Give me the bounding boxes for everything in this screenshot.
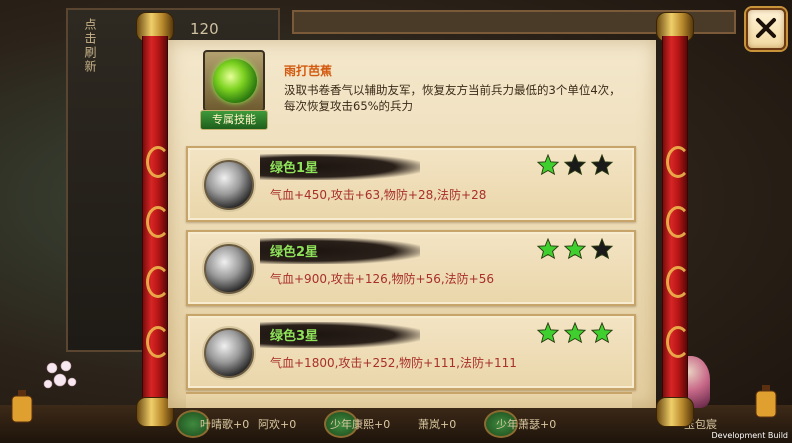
star-filled-icon — [590, 322, 614, 344]
scroll-roller-right — [656, 12, 694, 427]
star-filled-icon — [563, 322, 587, 344]
star-filled-icon — [536, 322, 560, 344]
star-filled-icon — [536, 154, 560, 176]
lantern-icon — [755, 385, 777, 418]
close-button[interactable] — [746, 8, 786, 50]
close-x-icon — [756, 18, 776, 38]
tier-stats: 气血+450,攻击+63,物防+28,法防+28 — [270, 188, 487, 202]
tier-title: 绿色1星 — [270, 161, 319, 176]
bottom-item-label: 少年萧瑟+0 — [496, 418, 557, 431]
tier-card: 绿色3星 气血+1800,攻击+252,物防+111,法防+111 — [186, 314, 636, 390]
tier-card: 绿色2星 气血+900,攻击+126,物防+56,法防+56 — [186, 230, 636, 306]
bottom-item-label: 萧岚+0 — [418, 418, 457, 431]
tier-stars — [536, 238, 620, 260]
green-leaf-skill-icon — [213, 59, 257, 103]
white-brush-tier-icon — [204, 244, 254, 294]
skill-detail-panel: 专属技能 雨打芭蕉 汲取书卷香气以辅助友军，恢复友方当前兵力最低的3个单位4次，… — [168, 40, 656, 408]
lantern-icon — [11, 390, 33, 423]
white-brush-tier-icon — [204, 160, 254, 210]
tier-card: 绿色1星 气血+450,攻击+63,物防+28,法防+28 — [186, 146, 636, 222]
scroll-roller-left — [136, 12, 174, 427]
background-value: 120 — [190, 20, 219, 38]
skill-icon-frame — [203, 50, 265, 112]
tier-stars — [536, 154, 620, 176]
exclusive-skill-tag: 专属技能 — [200, 110, 268, 130]
star-empty-icon — [590, 154, 614, 176]
skill-name: 雨打芭蕉 — [284, 64, 333, 78]
tier-stats: 气血+900,攻击+126,物防+56,法防+56 — [270, 272, 495, 286]
star-empty-icon — [590, 238, 614, 260]
white-brush-tier-icon — [204, 328, 254, 378]
skill-description: 汲取书卷香气以辅助友军，恢复友方当前兵力最低的3个单位4次，每次恢复攻击65%的… — [284, 83, 621, 113]
tier-title: 绿色3星 — [270, 329, 319, 344]
star-filled-icon — [563, 238, 587, 260]
tier-stars — [536, 322, 620, 344]
tier-title: 绿色2星 — [270, 245, 319, 260]
skill-icon-group: 专属技能 — [200, 48, 268, 130]
bottom-item-label: 叶晴歌+0 — [200, 418, 250, 431]
tier-stats: 气血+1800,攻击+252,物防+111,法防+111 — [270, 356, 517, 370]
flower-decoration-icon — [43, 360, 77, 389]
bottom-item-label: 少年康熙+0 — [330, 418, 391, 431]
next-tier-card-partial — [186, 392, 632, 408]
star-empty-icon — [563, 154, 587, 176]
dev-build-label: Development Build — [711, 431, 788, 440]
star-filled-icon — [536, 238, 560, 260]
bottom-item-label: 阿欢+0 — [258, 418, 297, 431]
background-vertical-text: 点击刷新 — [83, 18, 97, 74]
